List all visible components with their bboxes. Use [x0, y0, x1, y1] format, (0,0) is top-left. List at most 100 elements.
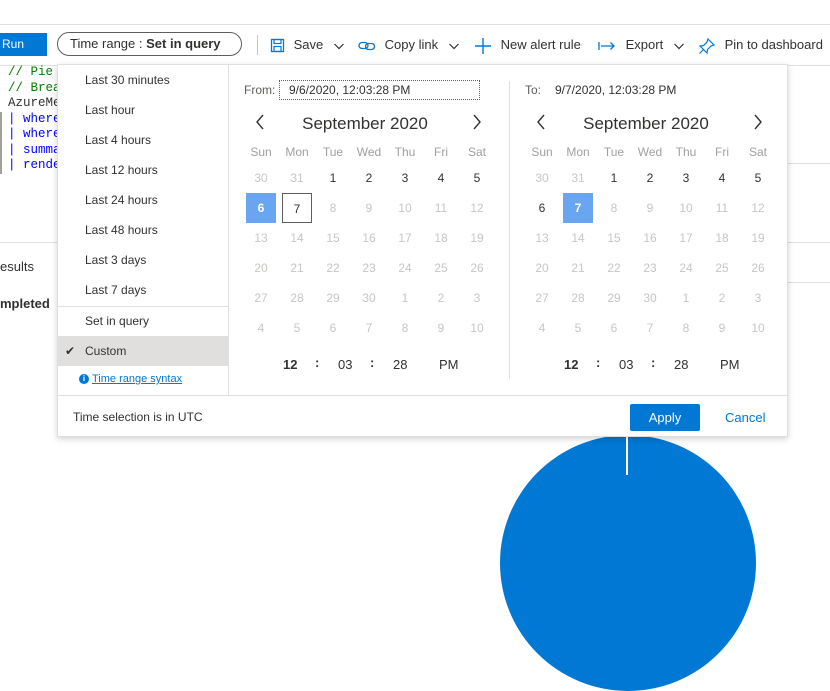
calendar-day[interactable]: 4: [707, 163, 737, 193]
calendar-day: 10: [398, 201, 412, 215]
calendar-day: 2: [437, 291, 445, 305]
time-option-label: Last 4 hours: [85, 133, 152, 147]
time-option-last-3-days[interactable]: Last 3 days: [58, 245, 228, 275]
weekday-label: Sun: [531, 145, 553, 159]
time-option-set-in-query[interactable]: Set in query: [58, 306, 228, 336]
time-option-last-4-hours[interactable]: Last 4 hours: [58, 125, 228, 155]
weekday-label: Sun: [250, 145, 272, 159]
calendar-day[interactable]: 1: [318, 163, 348, 193]
query-status-text: mpleted: [0, 296, 50, 311]
calendar-day: 27: [254, 291, 268, 305]
editor-line: | rende: [0, 158, 58, 174]
calendar-day: 12: [470, 201, 484, 215]
calendar-day[interactable]: 6: [527, 193, 557, 223]
weekday-label: Sat: [748, 145, 767, 159]
calendar-day: 8: [329, 201, 337, 215]
next-month-button[interactable]: [469, 114, 485, 134]
time-separator: :: [651, 355, 656, 370]
chevron-left-icon: [537, 114, 545, 130]
calendar-day[interactable]: 4: [426, 163, 456, 193]
calendar-day[interactable]: 3: [671, 163, 701, 193]
calendar-day: 15: [607, 231, 621, 245]
time-option-last-7-days[interactable]: Last 7 days: [58, 275, 228, 305]
calendar-day-selected[interactable]: 7: [563, 193, 593, 223]
toolbar-divider: [257, 35, 258, 55]
time-option-last-48-hours[interactable]: Last 48 hours: [58, 215, 228, 245]
weekday-label: Fri: [715, 145, 729, 159]
calendar-day: 26: [470, 261, 484, 275]
time-option-last-hour[interactable]: Last hour: [58, 95, 228, 125]
to-ampm[interactable]: PM: [720, 357, 740, 372]
from-second[interactable]: 28: [393, 357, 407, 372]
to-minute[interactable]: 03: [619, 357, 633, 372]
time-option-last-30-minutes[interactable]: Last 30 minutes: [58, 65, 228, 95]
time-option-label: Last 12 hours: [85, 163, 158, 177]
chevron-left-icon: [256, 114, 264, 130]
from-minute[interactable]: 03: [338, 357, 352, 372]
calendar-day: 31: [571, 171, 585, 185]
calendar-day-selected[interactable]: 6: [246, 193, 276, 223]
calendar-day: 20: [254, 261, 268, 275]
time-range-syntax-link[interactable]: i Time range syntax: [79, 373, 182, 385]
calendar-day: 8: [401, 321, 409, 335]
chevron-right-icon: [473, 114, 481, 130]
weekday-label: Thu: [394, 145, 416, 159]
query-editor[interactable]: // Pie // Brea AzureMe | where | where |…: [0, 65, 58, 175]
calendar-day: 23: [643, 261, 657, 275]
calendar-day: 6: [610, 321, 618, 335]
run-button[interactable]: Run: [0, 33, 47, 56]
calendar-day: 14: [571, 231, 585, 245]
save-button[interactable]: Save: [270, 35, 345, 55]
tabs-divider: [788, 282, 830, 283]
query-status: mpleted: [0, 296, 50, 311]
from-ampm[interactable]: PM: [439, 357, 459, 372]
calendar-day: 27: [535, 291, 549, 305]
calendar-day: 9: [718, 321, 726, 335]
calendar-day: 4: [538, 321, 546, 335]
chevron-down-icon: [448, 43, 459, 49]
calendar-day: 18: [715, 231, 729, 245]
from-hour[interactable]: 12: [283, 357, 297, 372]
calendar-day[interactable]: 5: [462, 163, 492, 193]
previous-month-button[interactable]: [252, 114, 268, 134]
from-date-input[interactable]: 9/6/2020, 12:03:28 PM: [279, 80, 480, 100]
time-option-custom[interactable]: ✔ Custom: [58, 336, 228, 366]
time-option-last-24-hours[interactable]: Last 24 hours: [58, 185, 228, 215]
chevron-down-icon: [673, 43, 684, 49]
weekday-label: Wed: [637, 145, 663, 159]
cancel-button[interactable]: Cancel: [725, 404, 765, 431]
calendar-day: 11: [715, 201, 729, 215]
time-option-label: Last 24 hours: [85, 193, 158, 207]
time-range-prefix: Time range :: [70, 36, 143, 51]
apply-button-label: Apply: [648, 410, 682, 425]
calendar-day[interactable]: 3: [390, 163, 420, 193]
calendar-day: 21: [571, 261, 585, 275]
next-month-button[interactable]: [750, 114, 766, 134]
tab-results[interactable]: esults: [0, 259, 34, 274]
new-alert-rule-button[interactable]: New alert rule: [474, 35, 581, 55]
calendar-day[interactable]: 1: [599, 163, 629, 193]
previous-month-button[interactable]: [533, 114, 549, 134]
copy-link-button[interactable]: Copy link: [358, 35, 460, 55]
calendar-day: 28: [571, 291, 585, 305]
export-button[interactable]: Export: [598, 35, 685, 55]
time-option-last-12-hours[interactable]: Last 12 hours: [58, 155, 228, 185]
checkmark-icon: ✔: [65, 344, 76, 358]
pie-slice-divider: [626, 435, 628, 475]
info-icon: i: [79, 374, 89, 385]
calendar-day: 30: [643, 291, 657, 305]
calendar-day: 10: [470, 321, 484, 335]
pin-to-dashboard-button[interactable]: Pin to dashboard: [698, 35, 823, 55]
apply-button[interactable]: Apply: [630, 404, 700, 431]
calendar-day: 22: [607, 261, 621, 275]
to-second[interactable]: 28: [674, 357, 688, 372]
to-date-input[interactable]: 9/7/2020, 12:03:28 PM: [545, 80, 746, 100]
calendar-day[interactable]: 5: [743, 163, 773, 193]
time-range-button[interactable]: Time range : Set in query: [57, 32, 242, 56]
to-hour[interactable]: 12: [564, 357, 578, 372]
calendar-day[interactable]: 2: [635, 163, 665, 193]
calendar-day[interactable]: 2: [354, 163, 384, 193]
calendar-day-today[interactable]: 7: [282, 193, 312, 223]
calendar-day: 13: [254, 231, 268, 245]
editor-line: AzureMe: [8, 96, 58, 110]
